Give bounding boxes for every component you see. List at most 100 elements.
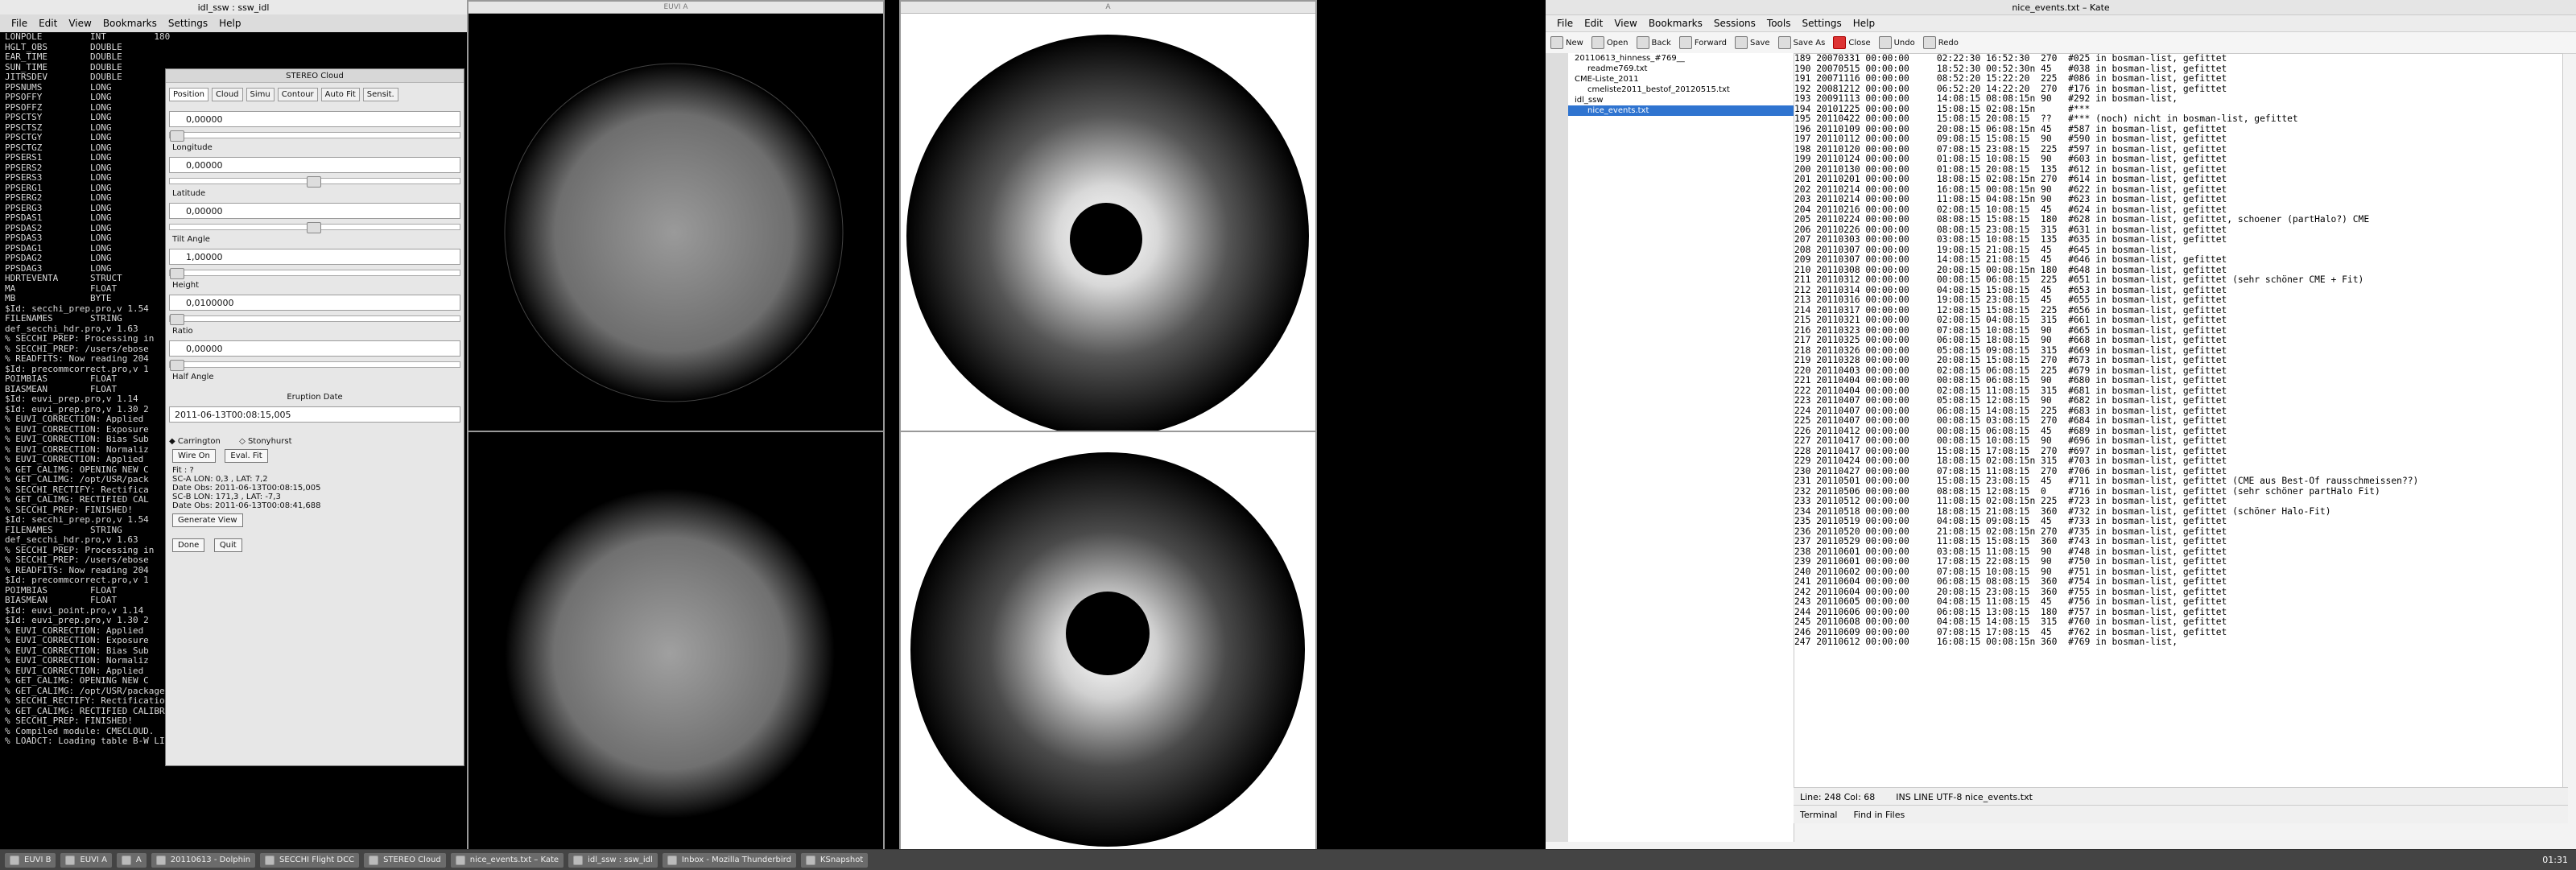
toolbar-save[interactable]: Save (1735, 36, 1770, 49)
taskbar-item[interactable]: nice_events.txt – Kate (450, 852, 564, 868)
half-angle-slider[interactable] (169, 360, 460, 371)
taskbar-item[interactable]: STEREO Cloud (364, 852, 446, 868)
taskbar-item[interactable]: SECCHI Flight DCC (260, 852, 360, 868)
generate-view-button[interactable]: Generate View (172, 513, 243, 527)
stereo-title: STEREO Cloud (286, 71, 344, 80)
app-icon (805, 855, 815, 865)
toolbar-new[interactable]: New (1550, 36, 1583, 49)
tab-position[interactable]: Position (169, 88, 208, 101)
taskbar-item[interactable]: idl_ssw : ssw_idl (568, 852, 658, 868)
image-window-top-right[interactable]: A (899, 0, 1317, 437)
taskbar-item[interactable]: KSnapshot (800, 852, 869, 868)
slider-thumb[interactable] (307, 176, 321, 188)
kate-menu-bookmarks[interactable]: Bookmarks (1649, 18, 1703, 29)
toolbar-close[interactable]: Close (1833, 36, 1871, 49)
terminal-menu-view[interactable]: View (68, 18, 91, 29)
latitude-slider[interactable] (169, 176, 460, 188)
toolbar-undo[interactable]: Undo (1878, 36, 1915, 49)
document-list[interactable]: 20110613_hinness_#769__ readme769.txt CM… (1568, 53, 1794, 842)
half-angle-label: Half Angle (172, 373, 214, 381)
eruption-date-label: Eruption Date (287, 393, 343, 402)
clock[interactable]: 01:31 (2542, 855, 2568, 865)
image-window-bottom-right[interactable] (899, 431, 1317, 852)
half-angle-field[interactable]: 0,00000 (169, 340, 460, 357)
kate-menu-tools[interactable]: Tools (1767, 18, 1791, 29)
tab-cloud[interactable]: Cloud (211, 88, 243, 101)
app-icon (121, 855, 131, 865)
radio-carrington[interactable]: ◆ Carrington (169, 437, 221, 446)
editor-line: 235 20110519 00:00:00 04:08:15 09:08:15 … (1794, 516, 2227, 526)
toolbar-open[interactable]: Open (1591, 36, 1629, 49)
ratio-slider[interactable] (169, 314, 460, 325)
slider-thumb[interactable] (170, 360, 184, 371)
text-editor[interactable]: 189 20070331 00:00:00 02:22:30 16:52:30 … (1794, 53, 2563, 789)
toolbar-redo[interactable]: Redo (1922, 36, 1959, 49)
wire-on-button[interactable]: Wire On (172, 449, 216, 463)
open-icon (1591, 36, 1604, 49)
eruption-date-field[interactable]: 2011-06-13T00:08:15,005 (169, 406, 460, 423)
slider-thumb[interactable] (307, 222, 321, 233)
done-button[interactable]: Done (172, 538, 205, 552)
taskbar-item[interactable]: 20110613 - Dolphin (151, 852, 256, 868)
tilt-angle-field[interactable]: 0,00000 (169, 203, 460, 219)
tilt-angle-slider[interactable] (169, 222, 460, 233)
image-window-bottom-left[interactable] (467, 431, 885, 852)
find-in-files-tab[interactable]: Find in Files (1854, 810, 1905, 820)
tab-simu[interactable]: Simu (246, 88, 275, 101)
doc-item-selected[interactable]: nice_events.txt (1568, 105, 1794, 116)
toolbar-back[interactable]: Back (1636, 36, 1671, 49)
slider-thumb[interactable] (170, 314, 184, 325)
fit-label: Fit : ? (172, 466, 194, 475)
terminal-menu-edit[interactable]: Edit (39, 18, 57, 29)
editor-line: 229 20110424 00:00:00 18:08:15 02:08:15n… (1794, 456, 2227, 466)
doc-item[interactable]: readme769.txt (1568, 64, 1794, 74)
kate-menu-help[interactable]: Help (1853, 18, 1875, 29)
kate-menu-view[interactable]: View (1614, 18, 1637, 29)
image-window-titlebar[interactable]: EUVI A (469, 2, 883, 14)
slider-thumb[interactable] (170, 268, 184, 279)
kate-sidebar[interactable] (1546, 53, 1569, 842)
taskbar-item[interactable]: Inbox - Mozilla Thunderbird (662, 852, 796, 868)
longitude-field[interactable]: 0,00000 (169, 111, 460, 127)
stereo-cloud-dialog[interactable]: STEREO Cloud Position Cloud Simu Contour… (165, 68, 464, 766)
radio-stonyhurst[interactable]: ◇ Stonyhurst (239, 437, 291, 446)
scb-lonlat: SC-B LON: 171,3 , LAT: -7,3 (172, 493, 281, 501)
slider-thumb[interactable] (170, 130, 184, 142)
tab-auto-fit[interactable]: Auto Fit (320, 88, 360, 101)
height-label: Height (172, 281, 200, 290)
doc-folder[interactable]: 20110613_hinness_#769__ (1568, 53, 1794, 64)
editor-line: 207 20110303 00:00:00 03:08:15 10:08:15 … (1794, 234, 2227, 245)
terminal-titlebar[interactable]: idl_ssw : ssw_idl (0, 0, 467, 15)
terminal-tool-tab[interactable]: Terminal (1800, 810, 1838, 820)
height-slider[interactable] (169, 268, 460, 279)
terminal-menu-bookmarks[interactable]: Bookmarks (103, 18, 157, 29)
kate-menu-settings[interactable]: Settings (1802, 18, 1841, 29)
taskbar-item[interactable]: EUVI B (5, 852, 56, 868)
kate-menu-sessions[interactable]: Sessions (1714, 18, 1756, 29)
toolbar-forward[interactable]: Forward (1678, 36, 1727, 49)
doc-folder[interactable]: idl_ssw (1568, 95, 1794, 105)
terminal-menu-help[interactable]: Help (219, 18, 241, 29)
kate-menu-edit[interactable]: Edit (1584, 18, 1603, 29)
longitude-slider[interactable] (169, 130, 460, 142)
quit-button[interactable]: Quit (213, 538, 242, 552)
latitude-field[interactable]: 0,00000 (169, 157, 460, 173)
stereo-titlebar[interactable]: STEREO Cloud (166, 69, 464, 83)
ratio-field[interactable]: 0,0100000 (169, 295, 460, 311)
doc-item[interactable]: cmeliste2011_bestof_20120515.txt (1568, 85, 1794, 95)
kate-menu-file[interactable]: File (1557, 18, 1573, 29)
image-window-titlebar[interactable]: A (901, 2, 1315, 14)
doc-folder[interactable]: CME-Liste_2011 (1568, 74, 1794, 85)
eval-fit-button[interactable]: Eval. Fit (225, 449, 268, 463)
toolbar-save-as[interactable]: Save As (1777, 36, 1825, 49)
kate-window[interactable]: nice_events.txt – Kate File Edit View Bo… (1546, 0, 2576, 869)
taskbar-item[interactable]: A (116, 852, 147, 868)
image-window-top-left[interactable]: EUVI A (467, 0, 885, 434)
tab-contour[interactable]: Contour (277, 88, 318, 101)
terminal-menu-settings[interactable]: Settings (168, 18, 208, 29)
taskbar-item[interactable]: EUVI A (60, 852, 112, 868)
height-field[interactable]: 1,00000 (169, 249, 460, 265)
kate-titlebar[interactable]: nice_events.txt – Kate (1546, 0, 2576, 15)
tab-sensit[interactable]: Sensit. (362, 88, 398, 101)
terminal-menu-file[interactable]: File (11, 18, 27, 29)
